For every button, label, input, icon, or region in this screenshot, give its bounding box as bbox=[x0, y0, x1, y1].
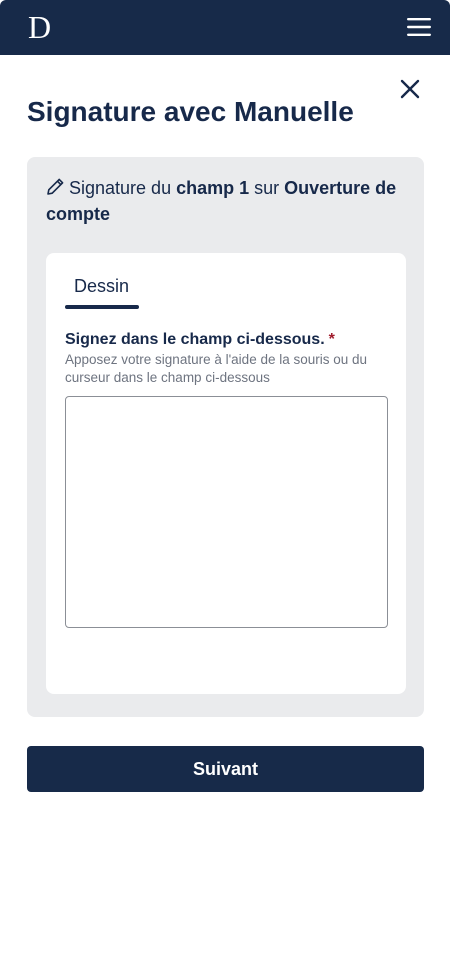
signature-field-label: Signez dans le champ ci-dessous. * bbox=[65, 330, 335, 350]
signature-field-label-text: Signez dans le champ ci-dessous. bbox=[65, 331, 325, 348]
heading-field-name: champ 1 bbox=[176, 178, 250, 198]
signature-panel: Signature du champ 1 sur Ouverture de co… bbox=[27, 157, 424, 717]
page-title: Signature avec Manuelle bbox=[27, 96, 354, 127]
signature-help-text: Apposez votre signature à l'aide de la s… bbox=[65, 352, 368, 385]
tab-dessin[interactable]: Dessin bbox=[65, 273, 139, 311]
active-tab-indicator bbox=[65, 305, 139, 309]
heading-prefix: Signature du bbox=[69, 178, 177, 198]
brand-logo[interactable]: D bbox=[28, 9, 51, 45]
hamburger-menu-icon[interactable] bbox=[404, 14, 436, 40]
close-icon[interactable] bbox=[397, 76, 423, 102]
panel-heading: Signature du champ 1 sur Ouverture de co… bbox=[46, 175, 411, 227]
next-button[interactable]: Suivant bbox=[27, 746, 424, 792]
top-navigation-bar: D bbox=[0, 0, 450, 55]
required-marker: * bbox=[328, 331, 335, 348]
signature-pad[interactable] bbox=[65, 396, 388, 628]
signature-card: Dessin Signez dans le champ ci-dessous. *… bbox=[46, 253, 406, 694]
tab-label: Dessin bbox=[74, 276, 130, 296]
pencil-icon bbox=[46, 177, 65, 196]
heading-middle: sur bbox=[249, 178, 285, 198]
